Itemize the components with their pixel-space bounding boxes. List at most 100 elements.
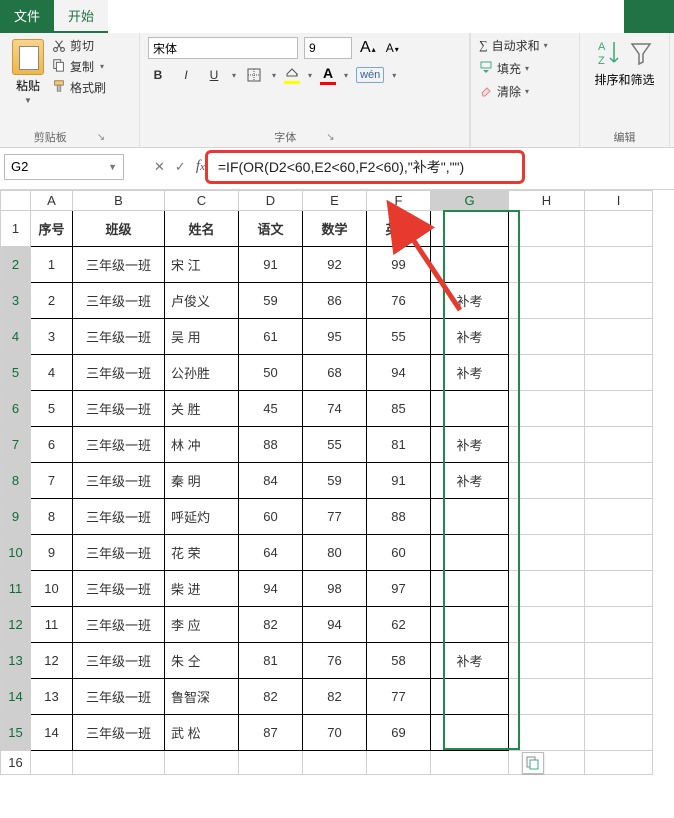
cell[interactable] xyxy=(509,427,585,463)
cell[interactable] xyxy=(585,247,653,283)
cell[interactable] xyxy=(509,211,585,247)
cell-name[interactable]: 李 应 xyxy=(165,607,239,643)
cell-name[interactable]: 鲁智深 xyxy=(165,679,239,715)
cell-math[interactable]: 59 xyxy=(303,463,367,499)
cell[interactable] xyxy=(585,427,653,463)
cut-button[interactable]: 剪切 xyxy=(52,37,106,54)
header-seq[interactable]: 序号 xyxy=(31,211,73,247)
cell-math[interactable]: 86 xyxy=(303,283,367,319)
cell-english[interactable]: 85 xyxy=(367,391,431,427)
cell-class[interactable]: 三年级一班 xyxy=(73,715,165,751)
cell-class[interactable]: 三年级一班 xyxy=(73,607,165,643)
cell-math[interactable]: 55 xyxy=(303,427,367,463)
cell-english[interactable]: 76 xyxy=(367,283,431,319)
cell-class[interactable]: 三年级一班 xyxy=(73,463,165,499)
row-head-16[interactable]: 16 xyxy=(1,751,31,775)
clear-button[interactable]: 清除 ▾ xyxy=(479,83,571,100)
border-button[interactable] xyxy=(244,65,264,85)
cell[interactable] xyxy=(509,391,585,427)
cell-english[interactable]: 94 xyxy=(367,355,431,391)
row-head[interactable]: 2 xyxy=(1,247,31,283)
cell[interactable] xyxy=(509,535,585,571)
cell-chinese[interactable]: 82 xyxy=(239,679,303,715)
tab-home[interactable]: 开始 xyxy=(54,0,108,33)
cell-chinese[interactable]: 81 xyxy=(239,643,303,679)
tab-excel-finance[interactable]: Excel与财务 xyxy=(108,0,207,33)
cell-class[interactable]: 三年级一班 xyxy=(73,571,165,607)
cell-chinese[interactable]: 59 xyxy=(239,283,303,319)
cell[interactable] xyxy=(509,607,585,643)
cell[interactable] xyxy=(509,319,585,355)
cell-name[interactable]: 林 冲 xyxy=(165,427,239,463)
col-head-F[interactable]: F xyxy=(367,191,431,211)
cell-chinese[interactable]: 91 xyxy=(239,247,303,283)
cell-seq[interactable]: 14 xyxy=(31,715,73,751)
cell-seq[interactable]: 5 xyxy=(31,391,73,427)
cell-result[interactable] xyxy=(431,715,509,751)
cell-math[interactable]: 98 xyxy=(303,571,367,607)
cell-chinese[interactable]: 87 xyxy=(239,715,303,751)
cell[interactable] xyxy=(585,463,653,499)
cell-name[interactable]: 朱 仝 xyxy=(165,643,239,679)
cell-result[interactable] xyxy=(431,391,509,427)
cell[interactable] xyxy=(585,607,653,643)
tab-formula[interactable]: 公式 xyxy=(341,0,395,33)
tab-page-layout[interactable]: 页面布局 xyxy=(261,0,341,33)
cell[interactable] xyxy=(585,751,653,775)
cell-class[interactable]: 三年级一班 xyxy=(73,247,165,283)
cell-result[interactable] xyxy=(431,679,509,715)
cell[interactable] xyxy=(585,499,653,535)
cell-math[interactable]: 68 xyxy=(303,355,367,391)
cell-class[interactable]: 三年级一班 xyxy=(73,427,165,463)
select-all-corner[interactable] xyxy=(1,191,31,211)
cell[interactable] xyxy=(239,751,303,775)
cell-english[interactable]: 81 xyxy=(367,427,431,463)
cell-math[interactable]: 95 xyxy=(303,319,367,355)
col-head-C[interactable]: C xyxy=(165,191,239,211)
cell-seq[interactable]: 6 xyxy=(31,427,73,463)
col-head-B[interactable]: B xyxy=(73,191,165,211)
format-painter-button[interactable]: 格式刷 xyxy=(52,79,106,96)
cell-seq[interactable]: 4 xyxy=(31,355,73,391)
cell-result[interactable] xyxy=(431,499,509,535)
font-size-select[interactable] xyxy=(304,37,352,59)
col-head-H[interactable]: H xyxy=(509,191,585,211)
fx-icon[interactable]: fx xyxy=(196,158,205,175)
formula-input[interactable]: =IF(OR(D2<60,E2<60,F2<60),"补考","") xyxy=(205,150,525,184)
row-head[interactable]: 9 xyxy=(1,499,31,535)
cell-result[interactable] xyxy=(431,535,509,571)
autosum-button[interactable]: ∑自动求和 ▾ xyxy=(479,37,571,54)
row-head[interactable]: 5 xyxy=(1,355,31,391)
cell[interactable] xyxy=(509,643,585,679)
row-head-1[interactable]: 1 xyxy=(1,211,31,247)
fill-color-button[interactable] xyxy=(284,66,300,84)
cell-result[interactable] xyxy=(431,571,509,607)
cell[interactable] xyxy=(585,211,653,247)
header-math[interactable]: 数学 xyxy=(303,211,367,247)
dialog-launcher-icon[interactable]: ↘ xyxy=(326,132,334,143)
cancel-formula-button[interactable]: ✕ xyxy=(154,159,165,175)
cell-seq[interactable]: 7 xyxy=(31,463,73,499)
cell-math[interactable]: 76 xyxy=(303,643,367,679)
cell-seq[interactable]: 9 xyxy=(31,535,73,571)
cell-name[interactable]: 公孙胜 xyxy=(165,355,239,391)
cell-seq[interactable]: 2 xyxy=(31,283,73,319)
cell[interactable] xyxy=(367,751,431,775)
cell-result[interactable] xyxy=(431,607,509,643)
cell-seq[interactable]: 1 xyxy=(31,247,73,283)
cell-result[interactable]: 补考 xyxy=(431,643,509,679)
cell-chinese[interactable]: 84 xyxy=(239,463,303,499)
cell-english[interactable]: 58 xyxy=(367,643,431,679)
cell[interactable] xyxy=(585,643,653,679)
cell-math[interactable]: 74 xyxy=(303,391,367,427)
bold-button[interactable]: B xyxy=(148,65,168,85)
cell[interactable] xyxy=(73,751,165,775)
cell[interactable] xyxy=(165,751,239,775)
col-head-E[interactable]: E xyxy=(303,191,367,211)
cell-math[interactable]: 82 xyxy=(303,679,367,715)
decrease-font-button[interactable]: A▾ xyxy=(384,41,401,55)
row-head[interactable]: 13 xyxy=(1,643,31,679)
cell-chinese[interactable]: 60 xyxy=(239,499,303,535)
row-head[interactable]: 10 xyxy=(1,535,31,571)
copy-button[interactable]: 复制▾ xyxy=(52,58,106,75)
